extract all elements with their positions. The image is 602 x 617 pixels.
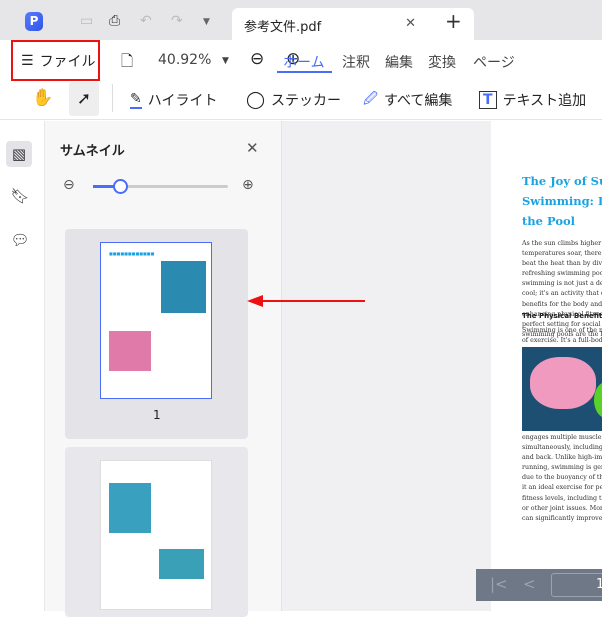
pdf-page: The Joy of Sum Swimming: Div the Pool As… <box>492 121 602 611</box>
text-line: and back. Unlike high-impact <box>522 454 602 462</box>
highlight-label: ハイライト <box>147 93 218 109</box>
sticker-icon: ◯ <box>246 90 266 110</box>
text-line: refreshing swimming pool. S <box>522 270 602 278</box>
text-line: temperatures soar, there's no <box>522 250 602 258</box>
comment-icon[interactable]: 💬︎ <box>10 231 30 251</box>
bookmark-icon[interactable]: 🔖︎ <box>10 187 30 207</box>
text-line: cool; it's an activity that offer <box>522 290 602 298</box>
first-page-icon[interactable]: |< <box>490 575 508 593</box>
active-tab-indicator <box>277 71 332 73</box>
page-thumbnail-1[interactable]: ■■■■■■■■■■■■ 1 <box>65 229 248 439</box>
zoom-dropdown-icon[interactable]: ▼ <box>222 56 229 66</box>
text-line: running, swimming is gentle <box>522 464 602 472</box>
sidebar-rail: ▧ 🔖︎ 💬︎ <box>0 121 45 611</box>
previous-page-icon[interactable]: < <box>523 575 536 593</box>
panel-title: サムネイル <box>60 144 125 159</box>
highlight-button[interactable]: ✎ ハイライト <box>130 88 217 112</box>
paragraph-2: Swimming is one of the most of exercise. … <box>522 326 602 346</box>
app-logo: P <box>25 12 43 31</box>
thumbnail-panel: サムネイル ✕ ⊖ ⊕ ■■■■■■■■■■■■ 1 <box>45 121 281 617</box>
print-icon[interactable]: ⎙ <box>109 13 120 29</box>
thumb-zoom-in-icon[interactable]: ⊕ <box>242 177 254 193</box>
text-line: simultaneously, including the <box>522 444 602 452</box>
edit-all-label: すべて編集 <box>383 93 453 109</box>
pool-image <box>109 483 151 533</box>
close-tab-icon[interactable]: ✕ <box>405 16 416 31</box>
pool-image <box>161 261 206 313</box>
text-line: benefits for the body and min <box>522 300 602 308</box>
file-label: ファイル <box>39 53 96 70</box>
text-line: due to the buoyancy of the w <box>522 474 602 482</box>
tab-edit[interactable]: 編集 <box>385 52 413 72</box>
sticker-button[interactable]: ◯ ステッカー <box>246 88 341 112</box>
menu-icon: ☰ <box>21 52 34 69</box>
thumbnail-image <box>100 460 212 610</box>
close-panel-icon[interactable]: ✕ <box>246 139 259 157</box>
slider-handle[interactable] <box>113 179 128 194</box>
add-text-button[interactable]: T テキスト追加 <box>479 88 586 112</box>
section-heading: The Physical Benefits of Sw <box>522 312 602 320</box>
tab-convert[interactable]: 変換 <box>428 52 456 72</box>
title-bar: P ▭ ⎙ ↶ ↷ ▼ 参考文件.pdf ✕ + <box>0 0 602 40</box>
article-title: The Joy of Sum Swimming: Div the Pool <box>522 171 602 231</box>
edit-all-button[interactable]: 🖉 すべて編集 <box>363 88 452 112</box>
text-line: or other joint issues. Moreov <box>522 504 602 512</box>
text-line: beat the heat than by diving i <box>522 260 602 268</box>
text-line: swimming is not just a deligh <box>522 280 602 288</box>
title-line: Swimming: Div <box>522 194 602 208</box>
tab-home[interactable]: ホーム <box>283 52 325 72</box>
zoom-level[interactable]: 40.92% <box>158 52 211 68</box>
paragraph-3: engages multiple muscle gro simultaneousl… <box>522 433 602 524</box>
add-text-label: テキスト追加 <box>502 93 587 109</box>
thumbnail-size-slider[interactable] <box>93 179 228 194</box>
page-number-value: 1 <box>596 577 602 592</box>
redo-icon[interactable]: ↷ <box>171 13 183 29</box>
tab-title: 参考文件.pdf <box>244 20 322 35</box>
document-canvas <box>247 121 491 611</box>
dropdown-icon[interactable]: ▼ <box>203 17 210 27</box>
page-number-input[interactable]: 1 <box>551 573 602 597</box>
sticker-label: ステッカー <box>271 93 342 109</box>
highlight-icon: ✎ <box>130 91 142 109</box>
text-line: As the sun climbs higher in th <box>522 240 602 247</box>
paragraph-1: As the sun climbs higher in th temperatur… <box>522 239 602 340</box>
edit-document-icon: 🖉 <box>363 91 378 107</box>
text-box-icon: T <box>479 91 497 109</box>
page-number-label: 1 <box>153 408 161 422</box>
zoom-out-icon[interactable]: ⊖ <box>250 49 264 69</box>
page-thumbnail-2[interactable] <box>65 447 248 617</box>
title-line: The Joy of Sum <box>522 174 602 188</box>
thumbnail-image: ■■■■■■■■■■■■ <box>100 242 212 399</box>
new-tab-button[interactable]: + <box>445 9 462 33</box>
tab-annotate[interactable]: 注釈 <box>342 52 370 72</box>
pool-image <box>159 549 204 579</box>
text-line: of exercise. It's a full-body w <box>522 337 602 345</box>
hand-tool-icon[interactable]: ✋ <box>32 88 53 108</box>
thumbnail-icon[interactable]: ▧ <box>6 141 32 167</box>
page-fit-icon[interactable]: 🗋 <box>121 51 133 76</box>
file-menu-button[interactable]: ☰ ファイル <box>11 40 100 81</box>
document-tab[interactable]: 参考文件.pdf ✕ <box>232 8 474 40</box>
undo-icon[interactable]: ↶ <box>140 13 152 29</box>
text-line: engages multiple muscle gro <box>522 434 602 441</box>
title-line: the Pool <box>522 214 576 228</box>
text-line: can significantly improve car <box>522 514 602 522</box>
divider <box>112 84 113 112</box>
text-line: it an ideal exercise for people <box>522 484 602 492</box>
text-line: fitness levels, including those <box>522 494 602 502</box>
red-arrow <box>247 295 365 307</box>
thumb-zoom-out-icon[interactable]: ⊖ <box>63 177 75 193</box>
save-icon[interactable]: ▭ <box>80 13 93 29</box>
tab-page[interactable]: ページ <box>473 52 515 72</box>
flamingo-photo <box>522 347 602 431</box>
flamingo-image <box>109 331 151 371</box>
text-line: Swimming is one of the most <box>522 327 602 334</box>
select-tool-icon[interactable]: ➚ <box>69 82 99 116</box>
page-navigation-bar: |< < 1 <box>476 569 602 601</box>
